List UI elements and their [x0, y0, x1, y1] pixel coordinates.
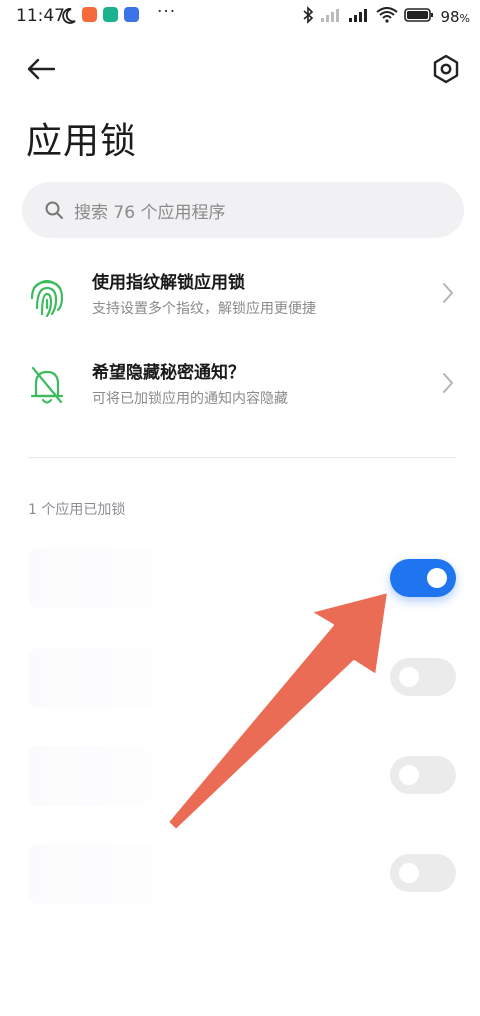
signal-icon — [348, 7, 370, 27]
hide-notifications-title: 希望隐藏秘密通知？ — [92, 363, 245, 383]
divider — [28, 457, 456, 458]
signal-weak-icon — [320, 7, 342, 27]
battery-percent: 98% — [440, 8, 470, 26]
app-notification-icon — [82, 7, 97, 22]
more-notifications-icon: ··· — [157, 2, 177, 22]
toggle-knob — [427, 568, 447, 588]
app-lock-toggle[interactable] — [390, 756, 456, 794]
search-input[interactable]: 搜索 76 个应用程序 — [22, 182, 464, 238]
app-row[interactable] — [0, 638, 480, 718]
status-time: 11:47 — [16, 6, 65, 26]
status-right: 98% — [302, 6, 470, 28]
app-row[interactable] — [0, 538, 480, 618]
chevron-right-icon — [442, 282, 454, 308]
status-bar: 11:47 ··· 98% — [0, 0, 480, 34]
back-button[interactable] — [24, 54, 58, 84]
battery-icon — [404, 7, 434, 27]
hide-notifications-row[interactable]: 希望隐藏秘密通知？ 可将已加锁应用的通知内容隐藏 — [0, 346, 480, 422]
hide-notifications-subtitle: 可将已加锁应用的通知内容隐藏 — [92, 391, 288, 407]
app-info-placeholder — [28, 548, 228, 608]
back-arrow-icon — [27, 58, 56, 80]
app-notification-icon — [103, 7, 118, 22]
app-lock-toggle[interactable] — [390, 658, 456, 696]
app-info-placeholder — [28, 746, 228, 806]
moon-icon — [61, 7, 77, 29]
settings-button[interactable] — [428, 52, 464, 86]
app-info-placeholder — [28, 844, 228, 904]
bell-off-icon — [28, 362, 66, 408]
wifi-icon — [376, 7, 399, 27]
fingerprint-row-subtitle: 支持设置多个指纹，解锁应用更便捷 — [92, 301, 316, 317]
search-icon — [45, 201, 63, 219]
bluetooth-icon — [302, 6, 314, 28]
app-row[interactable] — [0, 736, 480, 816]
app-row[interactable] — [0, 834, 480, 914]
app-lock-toggle[interactable] — [390, 854, 456, 892]
page-title: 应用锁 — [26, 121, 138, 162]
search-placeholder: 搜索 76 个应用程序 — [74, 202, 226, 223]
toggle-knob — [399, 667, 419, 687]
chevron-right-icon — [442, 372, 454, 398]
gear-icon — [433, 54, 459, 84]
app-lock-toggle[interactable] — [390, 559, 456, 597]
notification-icons — [82, 7, 139, 22]
app-info-placeholder — [28, 648, 228, 708]
app-notification-icon — [124, 7, 139, 22]
toggle-knob — [399, 863, 419, 883]
fingerprint-row-title: 使用指纹解锁应用锁 — [92, 273, 245, 293]
locked-count-label: 1 个应用已加锁 — [28, 502, 126, 518]
toggle-knob — [399, 765, 419, 785]
fingerprint-unlock-row[interactable]: 使用指纹解锁应用锁 支持设置多个指纹，解锁应用更便捷 — [0, 256, 480, 332]
fingerprint-icon — [28, 272, 66, 318]
